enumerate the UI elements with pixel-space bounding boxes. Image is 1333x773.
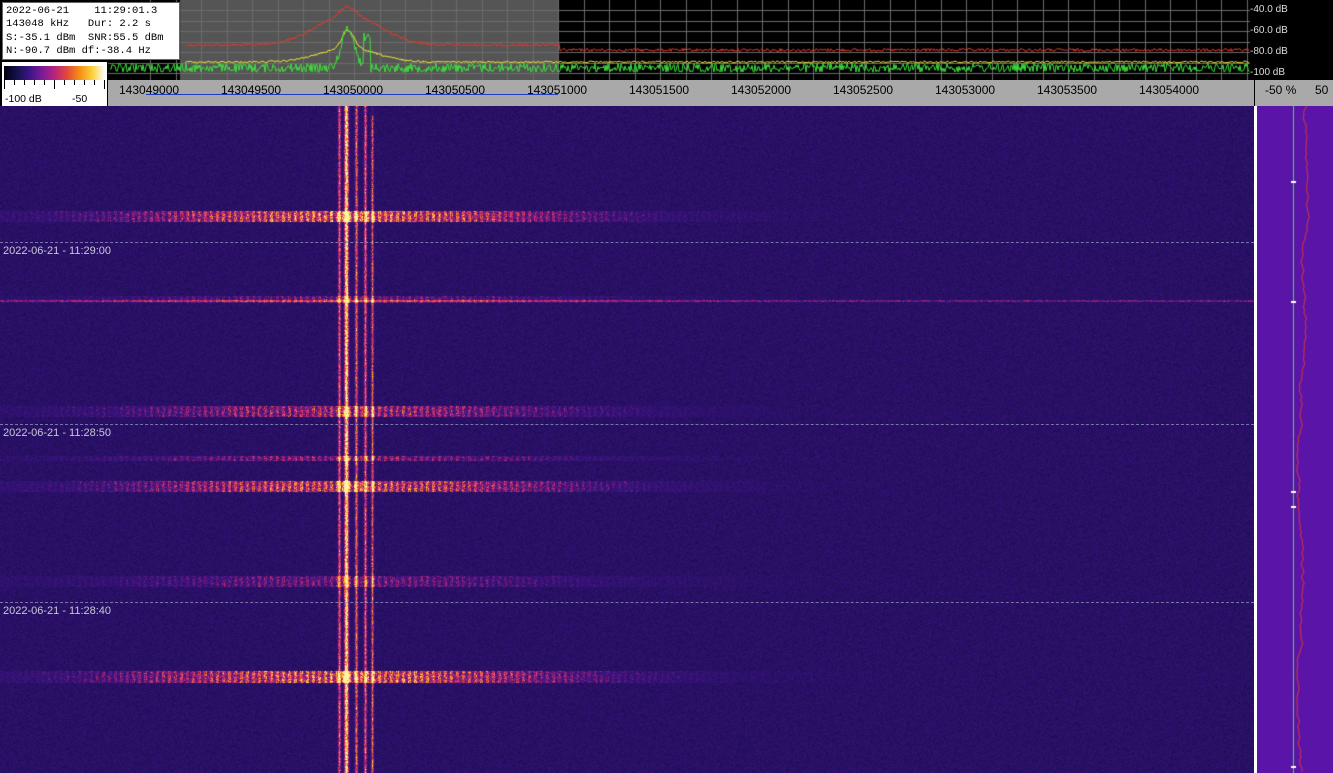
db-tick-label: -60.0 dB: [1250, 25, 1288, 36]
drift-graph: [1257, 106, 1333, 773]
freq-tick-label: 143049000: [119, 83, 180, 97]
freq-tick-label: 143053000: [935, 83, 996, 97]
offset-axis: -50 % 50: [1255, 80, 1333, 106]
timestamp-label: 2022-06-21 - 11:28:40: [3, 605, 112, 617]
freq-tick-label: 143052000: [731, 83, 792, 97]
freq-tick-label: 143049500: [221, 83, 282, 97]
offset-max-label: 50: [1315, 83, 1329, 97]
db-tick-label: -80.0 dB: [1250, 46, 1288, 57]
timestamp-divider: [0, 424, 1254, 425]
freq-tick-label: 143054000: [1139, 83, 1200, 97]
timestamp-label: 2022-06-21 - 11:28:50: [3, 427, 112, 439]
freq-tick-label: 143050500: [425, 83, 486, 97]
drift-side-panel: [1254, 106, 1333, 773]
freq-tick-label: 143050000: [323, 83, 384, 97]
colorbar-gradient: [4, 66, 105, 80]
db-tick-label: -100 dB: [1250, 67, 1286, 78]
freq-tick-label: 143051500: [629, 83, 690, 97]
signal-info-box: 2022-06-21 11:29:01.3 143048 kHz Dur: 2.…: [2, 2, 180, 60]
timestamp-label: 2022-06-21 - 11:29:00: [3, 245, 112, 257]
timestamp-divider: [0, 602, 1254, 603]
colorbar-min-label: -100 dB: [5, 93, 42, 105]
frequency-axis[interactable]: 143049000 143049500 143050000 143050500 …: [108, 80, 1254, 106]
freq-tick-label: 143051000: [527, 83, 588, 97]
timestamp-divider: [0, 242, 1254, 243]
colorbar-legend: -100 dB -50: [2, 62, 107, 106]
info-line-3: S:-35.1 dBm SNR:55.5 dBm: [6, 31, 164, 44]
offset-min-label: -50 %: [1265, 83, 1297, 97]
colorbar-max-label: -50: [72, 93, 88, 105]
info-line-1: 2022-06-21 11:29:01.3: [6, 5, 158, 17]
db-tick-label: -40.0 dB: [1250, 4, 1288, 15]
spectrum-plot[interactable]: [0, 0, 1254, 80]
waterfall-display[interactable]: [0, 106, 1254, 773]
colorbar-ticks: [4, 80, 105, 89]
info-line-2: 143048 kHz Dur: 2.2 s: [6, 18, 151, 31]
freq-tick-label: 143052500: [833, 83, 894, 97]
info-line-4: N:-90.7 dBm df:-38.4 Hz: [6, 45, 151, 58]
freq-tick-label: 143053500: [1037, 83, 1098, 97]
